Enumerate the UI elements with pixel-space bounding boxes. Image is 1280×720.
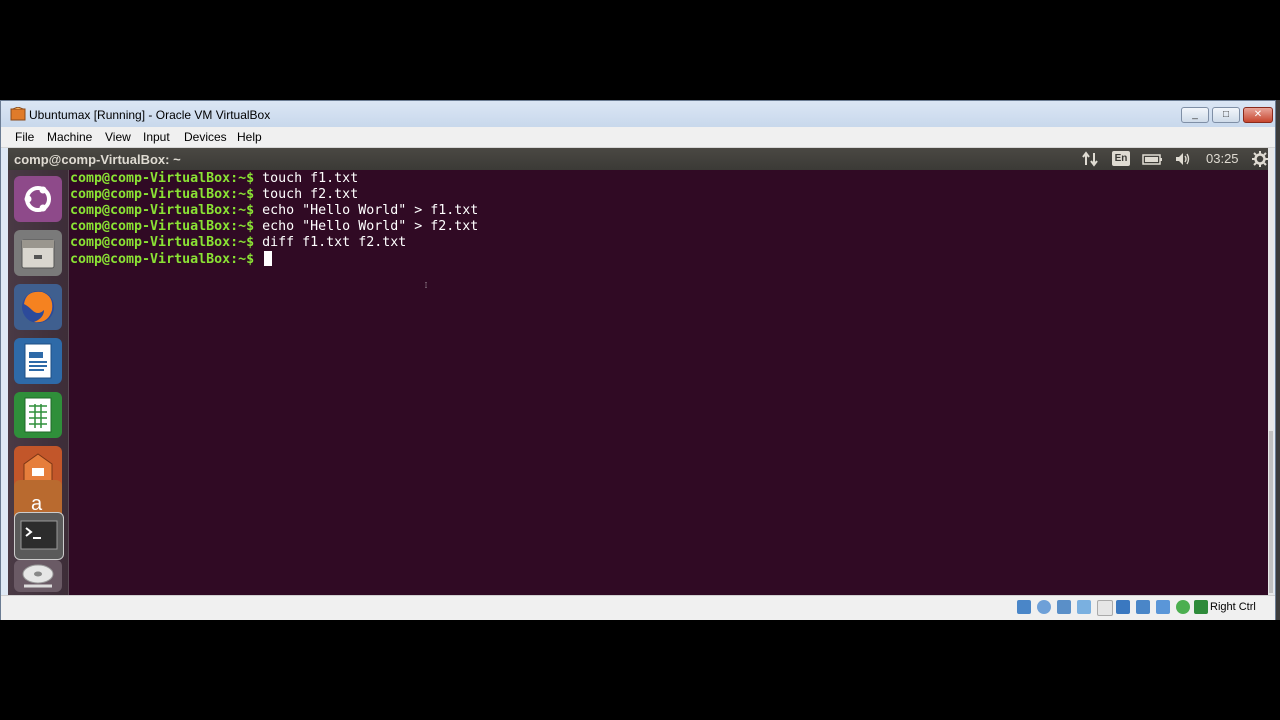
terminal-command	[254, 252, 262, 267]
hard-disk-icon[interactable]	[1017, 600, 1031, 614]
ibeam-cursor-icon	[425, 282, 427, 288]
video-capture-icon[interactable]	[1156, 600, 1170, 614]
menu-view[interactable]: View	[105, 130, 131, 144]
volume-icon[interactable]	[1174, 151, 1192, 167]
network-arrows-icon[interactable]	[1082, 151, 1098, 167]
menu-help[interactable]: Help	[237, 130, 262, 144]
menu-input[interactable]: Input	[143, 130, 170, 144]
audio-icon[interactable]	[1057, 600, 1071, 614]
terminal-prompt: comp@comp-VirtualBox:~$	[70, 203, 255, 218]
files-icon[interactable]	[14, 230, 62, 276]
ubuntu-top-panel: comp@comp-VirtualBox: ~ En 03:25	[8, 148, 1274, 170]
optical-drive-icon[interactable]	[1037, 600, 1051, 614]
terminal-prompt: comp@comp-VirtualBox:~$	[70, 219, 255, 234]
guest-additions-icon[interactable]	[1194, 600, 1208, 614]
calc-icon[interactable]	[14, 392, 62, 438]
status-bar: Right Ctrl	[1, 595, 1275, 620]
close-button[interactable]: ✕	[1243, 107, 1273, 123]
battery-icon[interactable]	[1142, 151, 1164, 167]
shared-folders-icon[interactable]	[1116, 600, 1130, 614]
terminal-line: comp@comp-VirtualBox:~$ diff f1.txt f2.t…	[70, 235, 406, 251]
minimize-button[interactable]: _	[1181, 107, 1209, 123]
virtualbox-window: Ubuntumax [Running] - Oracle VM VirtualB…	[0, 100, 1276, 620]
cpu-icon[interactable]	[1176, 600, 1190, 614]
title-bar[interactable]: Ubuntumax [Running] - Oracle VM VirtualB…	[1, 101, 1275, 127]
gear-icon[interactable]	[1252, 151, 1268, 167]
terminal-line: comp@comp-VirtualBox:~$ echo "Hello Worl…	[70, 203, 478, 219]
terminal-line: comp@comp-VirtualBox:~$ touch f1.txt	[70, 171, 358, 187]
display-icon[interactable]	[1136, 600, 1150, 614]
background-strip	[1276, 100, 1280, 620]
menu-file[interactable]: File	[15, 130, 34, 144]
menu-machine[interactable]: Machine	[47, 130, 92, 144]
terminal-command: touch f2.txt	[254, 187, 359, 202]
ubuntu-dash-icon[interactable]	[14, 176, 62, 222]
terminal-output[interactable]: comp@comp-VirtualBox:~$ touch f1.txt com…	[70, 170, 1270, 595]
keyboard-layout-icon[interactable]: En	[1112, 151, 1130, 166]
panel-window-title: comp@comp-VirtualBox: ~	[14, 152, 181, 167]
terminal-prompt: comp@comp-VirtualBox:~$	[70, 235, 255, 250]
terminal-icon[interactable]	[14, 512, 64, 560]
menu-devices[interactable]: Devices	[184, 130, 227, 144]
host-key-label: Right Ctrl	[1210, 601, 1256, 613]
network-icon[interactable]	[1077, 600, 1091, 614]
writer-icon[interactable]	[14, 338, 62, 384]
terminal-line: comp@comp-VirtualBox:~$	[70, 251, 273, 268]
terminal-command: touch f1.txt	[254, 171, 359, 186]
terminal-command: diff f1.txt f2.txt	[254, 235, 407, 250]
dvd-icon[interactable]	[14, 560, 62, 592]
terminal-command: echo "Hello World" > f1.txt	[254, 203, 479, 218]
terminal-prompt: comp@comp-VirtualBox:~$	[70, 187, 255, 202]
panel-clock[interactable]: 03:25	[1206, 151, 1239, 166]
terminal-line: comp@comp-VirtualBox:~$ touch f2.txt	[70, 187, 358, 203]
maximize-button[interactable]: □	[1212, 107, 1240, 123]
terminal-prompt: comp@comp-VirtualBox:~$	[70, 252, 255, 267]
firefox-icon[interactable]	[14, 284, 62, 330]
terminal-prompt: comp@comp-VirtualBox:~$	[70, 171, 255, 186]
window-title: Ubuntumax [Running] - Oracle VM VirtualB…	[29, 108, 271, 122]
virtualbox-app-icon	[10, 107, 26, 121]
terminal-line: comp@comp-VirtualBox:~$ echo "Hello Worl…	[70, 219, 478, 235]
unity-launcher: a	[8, 170, 69, 595]
menu-bar: File Machine View Input Devices Help	[1, 127, 1275, 148]
scrollbar-thumb[interactable]	[1269, 431, 1273, 593]
terminal-command: echo "Hello World" > f2.txt	[254, 219, 479, 234]
usb-icon[interactable]	[1097, 600, 1113, 616]
terminal-cursor	[264, 251, 273, 266]
guest-screen[interactable]: comp@comp-VirtualBox: ~ En 03:25 a comp@…	[8, 148, 1274, 595]
